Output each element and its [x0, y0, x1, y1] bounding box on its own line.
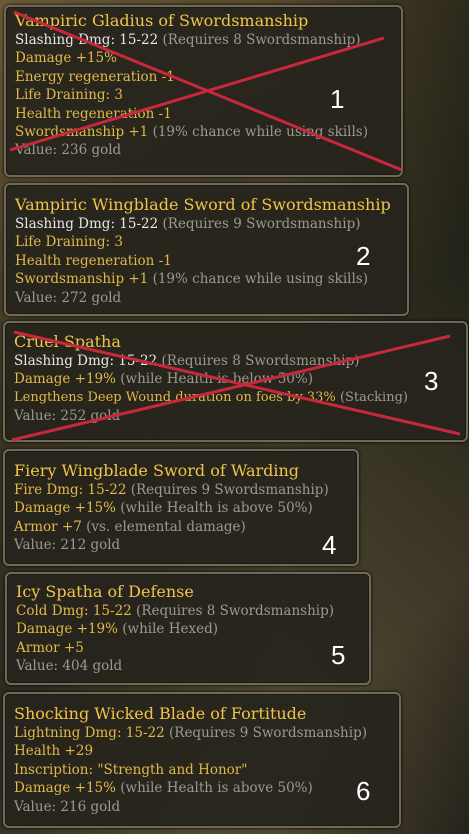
damage-type: Cold Dmg: — [16, 603, 89, 619]
item-value: Value: 252 gold — [14, 408, 121, 425]
item-value: Value: 216 gold — [14, 798, 121, 815]
item-mod: Damage +15% — [15, 50, 117, 67]
item-name: Vampiric Gladius of Swordsmanship — [15, 11, 309, 30]
item-value: Value: 404 gold — [16, 658, 123, 675]
requirement: (Requires 8 Swordsmanship) — [162, 32, 361, 48]
item-name: Fiery Wingblade Sword of Warding — [14, 461, 300, 480]
item-mod: Health regeneration -1 — [15, 252, 172, 269]
item-mod-note: (while Health is above 50%) — [120, 500, 313, 517]
requirement: (Requires 9 Swordsmanship) — [162, 216, 361, 232]
item-number-4: 4 — [322, 530, 337, 560]
item-value: Value: 212 gold — [14, 537, 121, 554]
item-tooltip-2[interactable]: Vampiric Wingblade Sword of Swordsmanshi… — [4, 183, 409, 316]
item-mod-note: (while Hexed) — [122, 621, 218, 638]
item-mod: Damage +15% — [14, 500, 116, 517]
item-mod: Swordsmanship +1 — [15, 271, 149, 288]
item-number-6: 6 — [356, 776, 371, 806]
item-value: Value: 272 gold — [15, 289, 122, 306]
damage-type: Lightning Dmg: — [14, 725, 122, 741]
damage-type: Slashing Dmg: — [14, 353, 114, 369]
item-mod: Health +29 — [14, 743, 94, 760]
item-mod: Health regeneration -1 — [15, 105, 172, 122]
item-number-2: 2 — [356, 241, 371, 271]
item-mod: Life Draining: 3 — [15, 87, 123, 104]
item-tooltip-4[interactable]: Fiery Wingblade Sword of Warding Fire Dm… — [3, 449, 359, 566]
item-name: Vampiric Wingblade Sword of Swordsmanshi… — [15, 195, 391, 214]
item-mod: Inscription: "Strength and Honor" — [14, 761, 248, 778]
item-mod: Damage +19% — [14, 371, 116, 388]
item-name: Shocking Wicked Blade of Fortitude — [14, 704, 307, 723]
damage-range: 15-22 — [125, 725, 165, 741]
item-mod: Damage +19% — [16, 621, 118, 638]
item-mod-note: (while Health is below 50%) — [120, 371, 313, 388]
item-mod: Damage +15% — [14, 780, 116, 797]
item-mod: Lengthens Deep Wound duration on foes by… — [14, 389, 336, 405]
item-mod: Swordsmanship +1 — [15, 124, 149, 141]
item-mod-note: (Stacking) — [339, 389, 408, 405]
item-value: Value: 236 gold — [15, 142, 122, 159]
item-name: Icy Spatha of Defense — [16, 582, 194, 601]
item-number-3: 3 — [424, 366, 439, 396]
item-mod: Armor +5 — [16, 639, 84, 656]
item-number-1: 1 — [330, 84, 345, 114]
requirement: (Requires 9 Swordsmanship) — [130, 482, 329, 498]
damage-type: Slashing Dmg: — [15, 32, 115, 48]
item-mod: Life Draining: 3 — [15, 234, 123, 251]
requirement: (Requires 9 Swordsmanship) — [169, 725, 367, 741]
item-tooltip-6[interactable]: Shocking Wicked Blade of Fortitude Light… — [3, 692, 401, 828]
damage-range: 15-22 — [119, 216, 159, 232]
item-mod: Armor +7 — [14, 518, 82, 535]
item-mod-note: (19% chance while using skills) — [152, 124, 368, 141]
item-mod: Energy regeneration -1 — [15, 68, 175, 85]
item-tooltip-5[interactable]: Icy Spatha of Defense Cold Dmg: 15-22 (R… — [5, 572, 371, 685]
damage-range: 15-22 — [119, 32, 159, 48]
damage-range: 15-22 — [118, 353, 158, 369]
requirement: (Requires 8 Swordsmanship) — [161, 353, 360, 369]
item-name: Cruel Spatha — [14, 332, 121, 351]
damage-range: 15-22 — [87, 482, 127, 498]
item-mod-note: (while Health is above 50%) — [120, 780, 313, 797]
requirement: (Requires 8 Swordsmanship) — [136, 603, 335, 619]
item-tooltip-3[interactable]: Cruel Spatha Slashing Dmg: 15-22 (Requir… — [3, 321, 468, 442]
item-number-5: 5 — [331, 640, 346, 670]
damage-type: Slashing Dmg: — [15, 216, 115, 232]
damage-type: Fire Dmg: — [14, 482, 84, 498]
item-mod-note: (19% chance while using skills) — [152, 271, 368, 288]
item-mod-note: (vs. elemental damage) — [86, 518, 246, 535]
damage-range: 15-22 — [92, 603, 132, 619]
